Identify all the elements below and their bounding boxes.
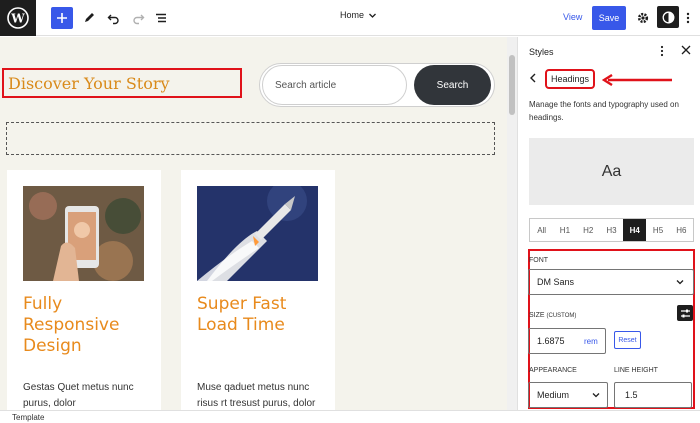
annotation-arrow-icon: [602, 74, 672, 86]
sidebar-description: Manage the fonts and typography used on …: [529, 100, 679, 122]
search-input[interactable]: Search article: [262, 65, 407, 105]
rocket-launch-image: [197, 186, 318, 281]
styles-toggle-button[interactable]: [657, 6, 679, 28]
scrollbar-thumb[interactable]: [509, 55, 515, 115]
level-h5[interactable]: H5: [646, 219, 669, 241]
line-height-label: LINE HEIGHT: [614, 367, 658, 374]
back-chevron-icon[interactable]: [529, 73, 537, 85]
save-button[interactable]: Save: [592, 6, 626, 30]
sidebar-nav: Headings: [529, 69, 596, 89]
level-all[interactable]: All: [530, 219, 553, 241]
size-label-suffix: (CUSTOM): [546, 313, 577, 319]
undo-icon[interactable]: [103, 7, 125, 29]
canvas-scrollbar[interactable]: [507, 37, 517, 410]
gear-icon[interactable]: [632, 7, 654, 29]
document-title-selector[interactable]: Home: [340, 10, 377, 20]
editor-canvas[interactable]: Discover Your Story Search article Searc…: [0, 37, 507, 410]
font-family-value: DM Sans: [537, 277, 575, 287]
card-excerpt: Gestas Quet metus nunc purus, dolor: [23, 382, 134, 409]
sidebar-section-title: Headings: [545, 69, 596, 89]
chevron-down-icon: [369, 13, 376, 18]
svg-text:W: W: [10, 12, 25, 26]
breadcrumb[interactable]: Template: [0, 410, 700, 423]
card-title: Fully Responsive Design: [23, 294, 120, 356]
size-label-text: SIZE: [529, 312, 545, 319]
card-image[interactable]: [23, 186, 144, 281]
close-icon[interactable]: [681, 43, 691, 58]
reset-button[interactable]: Reset: [614, 331, 641, 349]
add-block-button[interactable]: [51, 7, 73, 29]
site-title-block[interactable]: Discover Your Story: [2, 68, 242, 98]
card-image[interactable]: [197, 186, 318, 281]
custom-size-toggle[interactable]: [677, 305, 693, 321]
card-excerpt: Muse qaduet metus nunc risus rt tresust …: [197, 382, 316, 409]
level-h1[interactable]: H1: [553, 219, 576, 241]
more-options-icon[interactable]: [681, 7, 695, 29]
document-title: Home: [340, 10, 365, 20]
typography-preview: Aa: [529, 138, 694, 205]
sidebar-header: Styles: [518, 37, 700, 65]
feature-card[interactable]: Super Fast Load Time Muse qaduet metus n…: [181, 170, 335, 410]
wordpress-logo-icon[interactable]: W: [0, 0, 36, 36]
appearance-label: APPEARANCE: [529, 367, 577, 374]
size-label: SIZE (CUSTOM): [529, 312, 576, 319]
list-view-icon[interactable]: [150, 7, 172, 29]
level-h2[interactable]: H2: [577, 219, 600, 241]
redo-icon[interactable]: [127, 7, 149, 29]
phone-in-hand-image: [23, 186, 144, 281]
sidebar-more-icon[interactable]: [660, 45, 664, 60]
pencil-tool-icon[interactable]: [78, 7, 100, 29]
chevron-down-icon: [676, 280, 684, 285]
level-h6[interactable]: H6: [670, 219, 693, 241]
card-title: Super Fast Load Time: [197, 294, 287, 335]
sidebar-title: Styles: [529, 47, 554, 57]
search-button[interactable]: Search: [414, 65, 491, 105]
editor-toolbar: W Home View Save: [0, 0, 700, 36]
font-label: FONT: [529, 257, 549, 264]
feature-card[interactable]: Fully Responsive Design Gestas Quet metu…: [7, 170, 161, 410]
font-family-select[interactable]: DM Sans: [528, 269, 694, 295]
level-h4[interactable]: H4: [623, 219, 647, 241]
chevron-down-icon: [592, 393, 600, 398]
heading-level-selector: All H1 H2 H3 H4 H5 H6: [529, 218, 694, 242]
size-unit-select[interactable]: rem: [584, 337, 598, 346]
appearance-value: Medium: [537, 390, 570, 400]
empty-block-placeholder[interactable]: [6, 122, 495, 155]
sliders-icon: [680, 309, 690, 317]
line-height-input[interactable]: 1.5: [614, 382, 692, 408]
half-circle-icon: [662, 11, 674, 23]
view-button[interactable]: View: [563, 12, 582, 22]
level-h3[interactable]: H3: [600, 219, 623, 241]
appearance-select[interactable]: Medium: [528, 382, 608, 408]
styles-sidebar: Styles Headings Manage the fonts and typ…: [517, 37, 700, 410]
